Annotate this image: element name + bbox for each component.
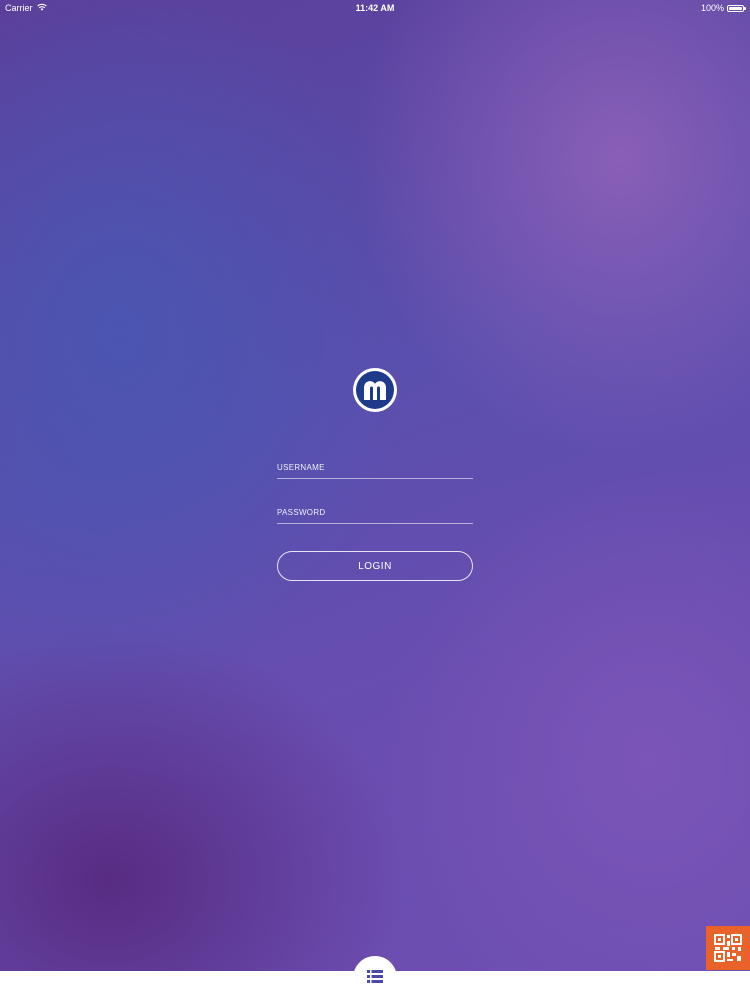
qr-scan-button[interactable]: [706, 926, 750, 970]
status-time: 11:42 AM: [355, 3, 395, 13]
battery-icon: [727, 4, 746, 12]
login-form: [277, 450, 473, 540]
menu-button[interactable]: [353, 956, 397, 1000]
username-input[interactable]: [277, 463, 473, 472]
status-right: 100%: [700, 3, 746, 13]
m-logo-icon: [364, 381, 386, 400]
password-field-wrapper: [277, 495, 473, 524]
app-logo: [353, 368, 397, 412]
login-screen: Carrier 11:42 AM 100% USERNAME LOGIN: [0, 0, 750, 1000]
list-icon: [367, 970, 383, 983]
qr-code-icon: [714, 934, 742, 962]
battery-fill: [729, 6, 742, 10]
status-bar: Carrier 11:42 AM 100%: [0, 0, 750, 16]
battery-percent: 100%: [700, 3, 724, 13]
password-input[interactable]: [277, 508, 473, 517]
username-field-wrapper: [277, 450, 473, 479]
login-button[interactable]: LOGIN: [277, 551, 473, 581]
app-logo-mark: [356, 371, 394, 409]
